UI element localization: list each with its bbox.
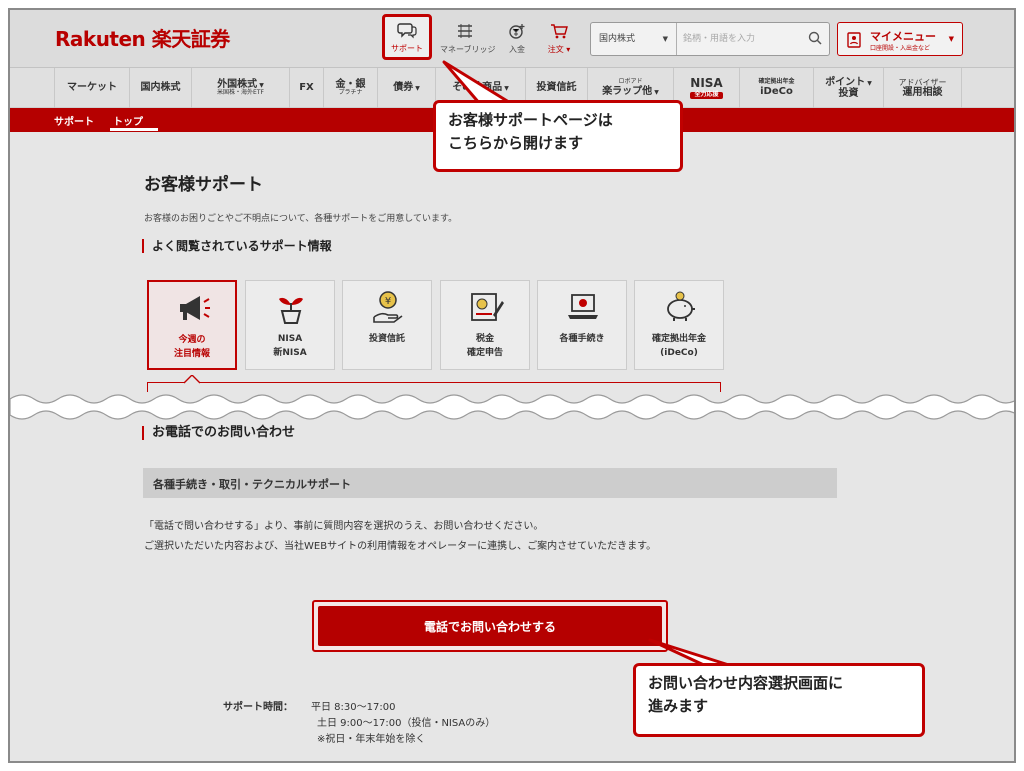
card-tax-filing[interactable]: 税金 確定申告 bbox=[440, 280, 530, 370]
popular-support-heading: よく閲覧されているサポート情報 bbox=[142, 239, 332, 253]
nav-item-nisa[interactable]: NISA 全力応援 bbox=[674, 68, 740, 108]
search-box: 国内株式 ▼ bbox=[590, 22, 830, 56]
card-label: 確定拠出年金 (iDeCo) bbox=[651, 334, 706, 358]
nisa-badge: 全力応援 bbox=[690, 91, 723, 99]
order-button[interactable]: 注文 ▾ bbox=[534, 18, 584, 58]
money-bridge-label: マネーブリッジ bbox=[440, 45, 496, 54]
laptop-icon bbox=[568, 294, 598, 319]
coin-hand-icon: ¥ bbox=[373, 291, 403, 323]
phone-inquiry-button[interactable]: 電話でお問い合わせする bbox=[318, 606, 662, 646]
card-label: NISA 新NISA bbox=[273, 334, 307, 358]
sprout-icon bbox=[279, 297, 303, 324]
page-title: お客様サポート bbox=[144, 175, 263, 195]
rakuten-logo[interactable]: Rakuten 楽天証券 bbox=[55, 23, 230, 52]
nav-item-gold-silver[interactable]: 金・銀 プラチナ bbox=[324, 68, 378, 108]
card-procedures[interactable]: 各種手続き bbox=[537, 280, 627, 370]
breadcrumb-top[interactable]: トップ bbox=[113, 113, 143, 128]
chevron-down-icon: ▼ bbox=[662, 35, 668, 43]
search-icon[interactable] bbox=[807, 30, 823, 50]
tax-document-icon bbox=[471, 293, 504, 321]
bridge-icon bbox=[440, 22, 490, 42]
active-tab-indicator bbox=[110, 128, 158, 131]
piggy-bank-icon bbox=[667, 291, 695, 321]
support-hours-weekend: 土日 9:00〜17:00（投信・NISAのみ） bbox=[317, 718, 496, 729]
card-nisa[interactable]: NISA 新NISA bbox=[245, 280, 335, 370]
nav-item-points-investing[interactable]: ポイント ▼ 投資 bbox=[814, 68, 884, 108]
user-card-icon bbox=[847, 32, 861, 48]
page-intro: お客様のお困りごとやご不明点について、各種サポートをご用意しています。 bbox=[144, 214, 458, 224]
screenshot-frame: Rakuten 楽天証券 サポート マネーブリッジ 入金 注文 ▾ 国内株式 ▼… bbox=[8, 8, 1016, 763]
support-page: Rakuten 楽天証券 サポート マネーブリッジ 入金 注文 ▾ 国内株式 ▼… bbox=[10, 10, 1014, 761]
nav-item-foreign-stocks[interactable]: 外国株式 ▼ 米国株・海外ETF bbox=[192, 68, 290, 108]
cart-icon bbox=[534, 22, 584, 42]
card-label: 投資信託 bbox=[368, 334, 405, 344]
chat-bubble-icon bbox=[385, 21, 429, 41]
support-label: サポート bbox=[391, 44, 423, 53]
money-bridge-button[interactable]: マネーブリッジ bbox=[440, 18, 496, 58]
search-category-value: 国内株式 bbox=[599, 34, 636, 44]
section-band: 各種手続き・取引・テクニカルサポート bbox=[143, 468, 837, 498]
megaphone-icon bbox=[180, 296, 210, 320]
nav-item-bonds[interactable]: 債券 ▼ bbox=[378, 68, 436, 108]
order-label: 注文 ▾ bbox=[547, 45, 571, 54]
nav-item-fx[interactable]: FX bbox=[290, 68, 324, 108]
omission-wave-separator bbox=[10, 394, 1014, 420]
support-button[interactable]: サポート bbox=[382, 14, 432, 60]
phone-description-line-1: 「電話で問い合わせする」より、事前に質問内容を選択のうえ、お問い合わせください。 bbox=[144, 521, 544, 532]
card-ideco[interactable]: 確定拠出年金 (iDeCo) bbox=[634, 280, 724, 370]
card-mutual-funds[interactable]: ¥ 投資信託 bbox=[342, 280, 432, 370]
support-hours-note: ※祝日・年末年始を除く bbox=[317, 734, 426, 745]
callout-support-page: お客様サポートページは こちらから開けます bbox=[433, 100, 683, 172]
chevron-down-icon: ▼ bbox=[948, 35, 954, 43]
card-label: 税金 確定申告 bbox=[466, 334, 503, 358]
support-hours-label: サポート時間： bbox=[223, 702, 293, 713]
phone-description-line-2: ご選択いただいた内容および、当社WEBサイトの利用情報をオペレーターに連携し、ご… bbox=[144, 541, 657, 552]
card-label: 各種手続き bbox=[559, 334, 605, 344]
phone-inquiry-heading: お電話でのお問い合わせ bbox=[142, 426, 295, 440]
nav-item-market[interactable]: マーケット bbox=[54, 68, 130, 108]
nav-item-advisor[interactable]: アドバイザー 運用相談 bbox=[884, 68, 962, 108]
my-menu-button[interactable]: マイメニュー 口座開設・入出金など ▼ bbox=[837, 22, 963, 56]
breadcrumb-support[interactable]: サポート bbox=[54, 113, 94, 128]
support-hours-weekday: 平日 8:30〜17:00 bbox=[311, 702, 396, 713]
search-category-select[interactable]: 国内株式 ▼ bbox=[591, 23, 677, 55]
nav-item-domestic-stocks[interactable]: 国内株式 bbox=[130, 68, 192, 108]
card-pointer-arrow bbox=[184, 375, 200, 384]
nav-item-ideco[interactable]: 確定拠出年金 iDeCo bbox=[740, 68, 814, 108]
band-title: 各種手続き・取引・テクニカルサポート bbox=[153, 478, 351, 491]
svg-text:¥: ¥ bbox=[385, 296, 391, 307]
card-label: 今週の 注目情報 bbox=[173, 335, 210, 359]
call-button-highlight: 電話でお問い合わせする bbox=[312, 600, 668, 652]
callout-inquiry-selection: お問い合わせ内容選択画面に 進みます bbox=[633, 663, 925, 737]
search-input[interactable] bbox=[683, 31, 803, 47]
card-weekly-highlights[interactable]: 今週の 注目情報 bbox=[147, 280, 237, 370]
my-menu-subtitle: 口座開設・入出金など bbox=[870, 45, 931, 52]
my-menu-title: マイメニュー bbox=[870, 30, 936, 43]
